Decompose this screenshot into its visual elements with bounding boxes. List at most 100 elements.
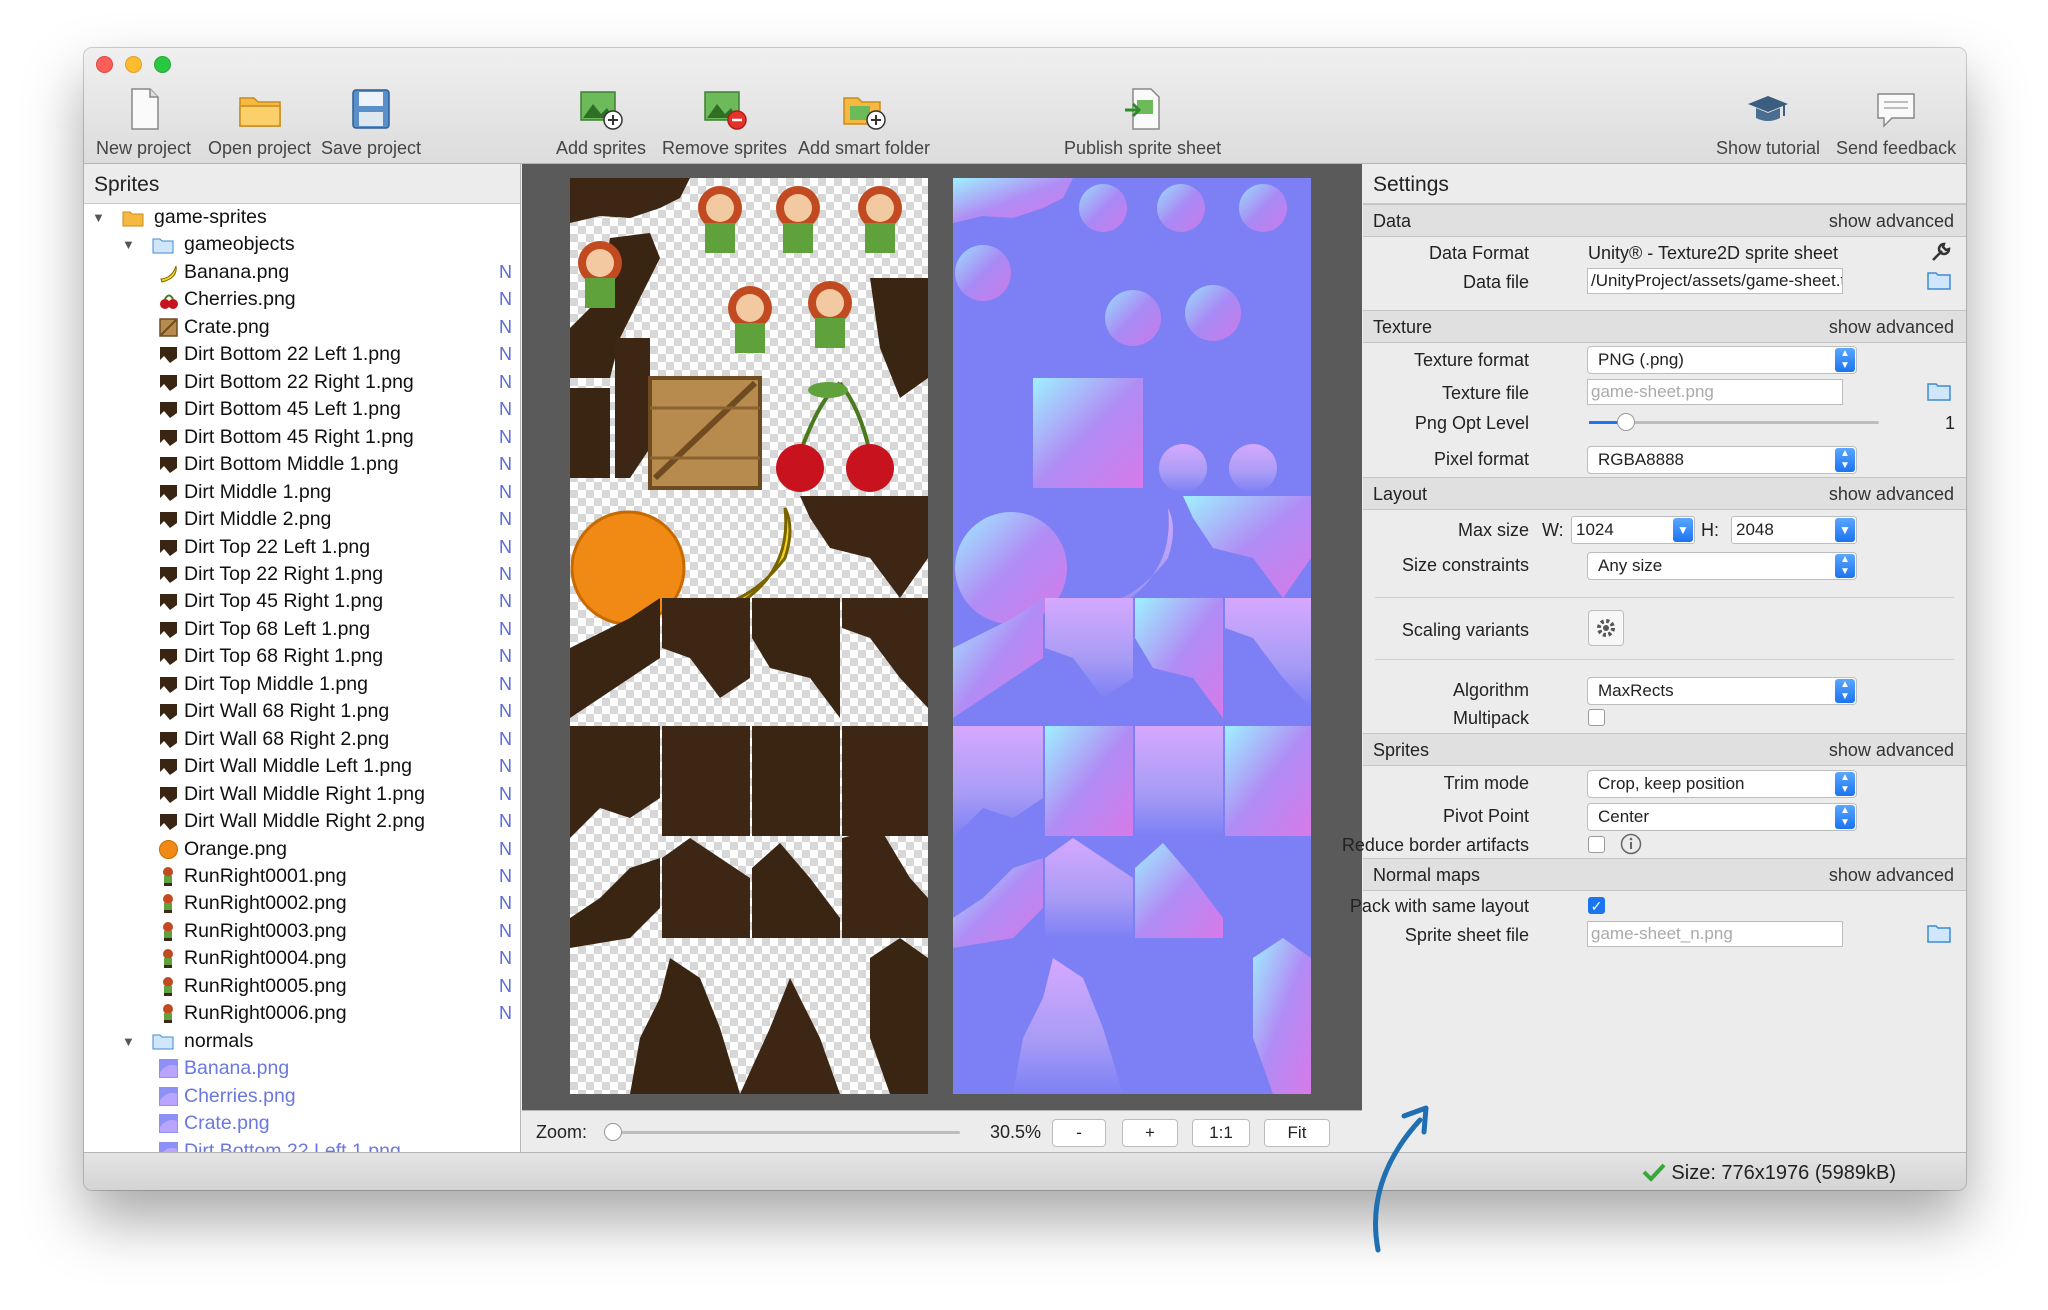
tree-file-item[interactable]: Dirt Wall Middle Right 2.png N (84, 808, 520, 835)
tree-file-item[interactable]: Dirt Middle 2.png N (84, 506, 520, 533)
add-smart-folder-button[interactable]: Add smart folder (798, 86, 930, 159)
normal-map-marker: N (499, 536, 512, 557)
normal-map-marker: N (499, 920, 512, 941)
chevron-down-icon[interactable]: ▼ (1673, 518, 1693, 542)
maximize-window-button[interactable] (154, 56, 171, 73)
tree-file-item[interactable]: Orange.png N (84, 836, 520, 863)
tree-folder-root[interactable]: ▼ game-sprites (84, 204, 520, 231)
tree-file-item[interactable]: Dirt Top Middle 1.png N (84, 671, 520, 698)
max-width-combobox[interactable]: 1024 ▼ (1571, 516, 1695, 544)
tree-file-item[interactable]: Dirt Bottom 45 Left 1.png N (84, 396, 520, 423)
disclosure-triangle-icon[interactable]: ▼ (92, 210, 105, 225)
tree-file-item[interactable]: Dirt Wall Middle Right 1.png N (84, 781, 520, 808)
show-advanced-link[interactable]: show advanced (1829, 865, 1954, 886)
algorithm-select[interactable]: MaxRects ▲ ▼ (1587, 677, 1857, 705)
tree-file-item[interactable]: Dirt Middle 1.png N (84, 479, 520, 506)
tree-file-item[interactable]: Dirt Wall 68 Right 1.png N (84, 698, 520, 725)
tree-file-item[interactable]: Dirt Bottom 22 Left 1.png N (84, 341, 520, 368)
disclosure-triangle-icon[interactable]: ▼ (122, 1034, 135, 1049)
sprite-thumbnail-icon (160, 814, 177, 830)
multipack-checkbox[interactable] (1588, 709, 1605, 726)
data-file-field[interactable]: /UnityProject/assets/game-sheet.tpsheet (1587, 268, 1843, 294)
speech-bubble-icon (1877, 93, 1915, 128)
tree-file-item[interactable]: RunRight0006.png N (84, 1000, 520, 1027)
show-tutorial-button[interactable]: Show tutorial (1716, 86, 1820, 159)
tree-file-item[interactable]: Cherries.png N (84, 286, 520, 313)
normal-map-marker: N (499, 426, 512, 447)
tree-normal-file-item[interactable]: Crate.png (84, 1110, 520, 1137)
tree-file-item[interactable]: RunRight0002.png N (84, 890, 520, 917)
sprite-thumbnail-icon (163, 1004, 173, 1024)
normal-sprite-sheet-file-field[interactable]: game-sheet_n.png (1587, 921, 1843, 947)
pixel-format-select[interactable]: RGBA8888 ▲ ▼ (1587, 446, 1857, 474)
send-feedback-button[interactable]: Send feedback (1836, 86, 1956, 159)
max-height-combobox[interactable]: 2048 ▼ (1731, 516, 1857, 544)
remove-sprites-button[interactable]: Remove sprites (662, 86, 787, 159)
minimize-window-button[interactable] (125, 56, 142, 73)
tree-file-item[interactable]: Crate.png N (84, 314, 520, 341)
show-advanced-link[interactable]: show advanced (1829, 317, 1954, 338)
sprite-sheet-preview (570, 178, 928, 1094)
add-sprites-button[interactable]: Add sprites (556, 86, 646, 159)
folder-browse-icon[interactable] (1927, 923, 1951, 943)
tree-folder-normals[interactable]: ▼ normals (84, 1028, 520, 1055)
tree-normal-file-item[interactable]: Banana.png (84, 1055, 520, 1082)
texture-file-field[interactable]: game-sheet.png (1587, 379, 1843, 405)
folder-browse-icon[interactable] (1927, 270, 1951, 290)
tree-file-item[interactable]: RunRight0003.png N (84, 918, 520, 945)
tree-file-item[interactable]: Dirt Top 45 Right 1.png N (84, 588, 520, 615)
zoom-out-button[interactable]: - (1052, 1119, 1106, 1147)
size-constraints-select[interactable]: Any size ▲ ▼ (1587, 552, 1857, 580)
show-advanced-link[interactable]: show advanced (1829, 740, 1954, 761)
tree-file-item[interactable]: Dirt Top 68 Right 1.png N (84, 643, 520, 670)
tree-file-item[interactable]: Dirt Bottom 45 Right 1.png N (84, 424, 520, 451)
pack-same-layout-checkbox[interactable]: ✓ (1588, 897, 1605, 914)
tree-file-item[interactable]: Dirt Wall Middle Left 1.png N (84, 753, 520, 780)
normal-map-marker: N (499, 344, 512, 365)
disclosure-triangle-icon[interactable]: ▼ (122, 237, 135, 252)
sprite-thumbnail-icon (160, 649, 177, 666)
normal-map-marker: N (499, 783, 512, 804)
tree-file-item[interactable]: RunRight0001.png N (84, 863, 520, 890)
close-window-button[interactable] (96, 56, 113, 73)
updown-arrows-icon: ▲ ▼ (1835, 679, 1855, 703)
tree-file-item[interactable]: Dirt Top 68 Left 1.png N (84, 616, 520, 643)
tree-normal-file-item[interactable]: Cherries.png (84, 1083, 520, 1110)
publish-sprite-sheet-button[interactable]: Publish sprite sheet (1064, 86, 1221, 159)
tree-file-item[interactable]: RunRight0005.png N (84, 973, 520, 1000)
save-project-button[interactable]: Save project (321, 86, 421, 159)
tree-file-item[interactable]: Dirt Bottom 22 Right 1.png N (84, 369, 520, 396)
info-icon[interactable] (1620, 833, 1642, 855)
zoom-slider-handle[interactable] (604, 1123, 622, 1141)
zoom-fit-button[interactable]: Fit (1264, 1119, 1330, 1147)
sprites-tree[interactable]: ▼ game-sprites ▼ gameobjects Banana.png N… (84, 204, 520, 1152)
tree-file-item[interactable]: Banana.png N (84, 259, 520, 286)
trim-mode-select[interactable]: Crop, keep position ▲ ▼ (1587, 770, 1857, 798)
tree-normal-file-item[interactable]: Dirt Bottom 22 Left 1.png (84, 1138, 520, 1152)
new-project-button[interactable]: New project (96, 86, 191, 159)
sprites-panel: Sprites ▼ game-sprites ▼ gameobjects Ban… (84, 164, 521, 1152)
tree-file-item[interactable]: Dirt Wall 68 Right 2.png N (84, 726, 520, 753)
zoom-slider-track[interactable] (604, 1131, 960, 1134)
tree-file-item[interactable]: RunRight0004.png N (84, 945, 520, 972)
zoom-in-button[interactable]: + (1122, 1119, 1178, 1147)
png-opt-slider-handle[interactable] (1617, 413, 1635, 431)
zoom-actual-size-button[interactable]: 1:1 (1192, 1119, 1250, 1147)
sprite-sheet-canvas[interactable]: Zoom: 30.5% - + 1:1 Fit (522, 164, 1362, 1152)
tree-folder-gameobjects[interactable]: ▼ gameobjects (84, 231, 520, 258)
normal-map-thumbnail-icon (159, 1059, 178, 1079)
sprite-thumbnail-icon (160, 512, 177, 528)
folder-browse-icon[interactable] (1927, 381, 1951, 401)
chevron-down-icon[interactable]: ▼ (1835, 518, 1855, 542)
scaling-variants-button[interactable] (1588, 610, 1624, 646)
reduce-border-artifacts-checkbox[interactable] (1588, 836, 1605, 853)
wrench-icon[interactable] (1929, 240, 1953, 264)
open-project-button[interactable]: Open project (208, 86, 311, 159)
pivot-point-select[interactable]: Center ▲ ▼ (1587, 803, 1857, 831)
texture-format-select[interactable]: PNG (.png) ▲ ▼ (1587, 346, 1857, 374)
tree-file-item[interactable]: Dirt Top 22 Left 1.png N (84, 534, 520, 561)
tree-file-item[interactable]: Dirt Bottom Middle 1.png N (84, 451, 520, 478)
show-advanced-link[interactable]: show advanced (1829, 484, 1954, 505)
show-advanced-link[interactable]: show advanced (1829, 211, 1954, 232)
tree-file-item[interactable]: Dirt Top 22 Right 1.png N (84, 561, 520, 588)
